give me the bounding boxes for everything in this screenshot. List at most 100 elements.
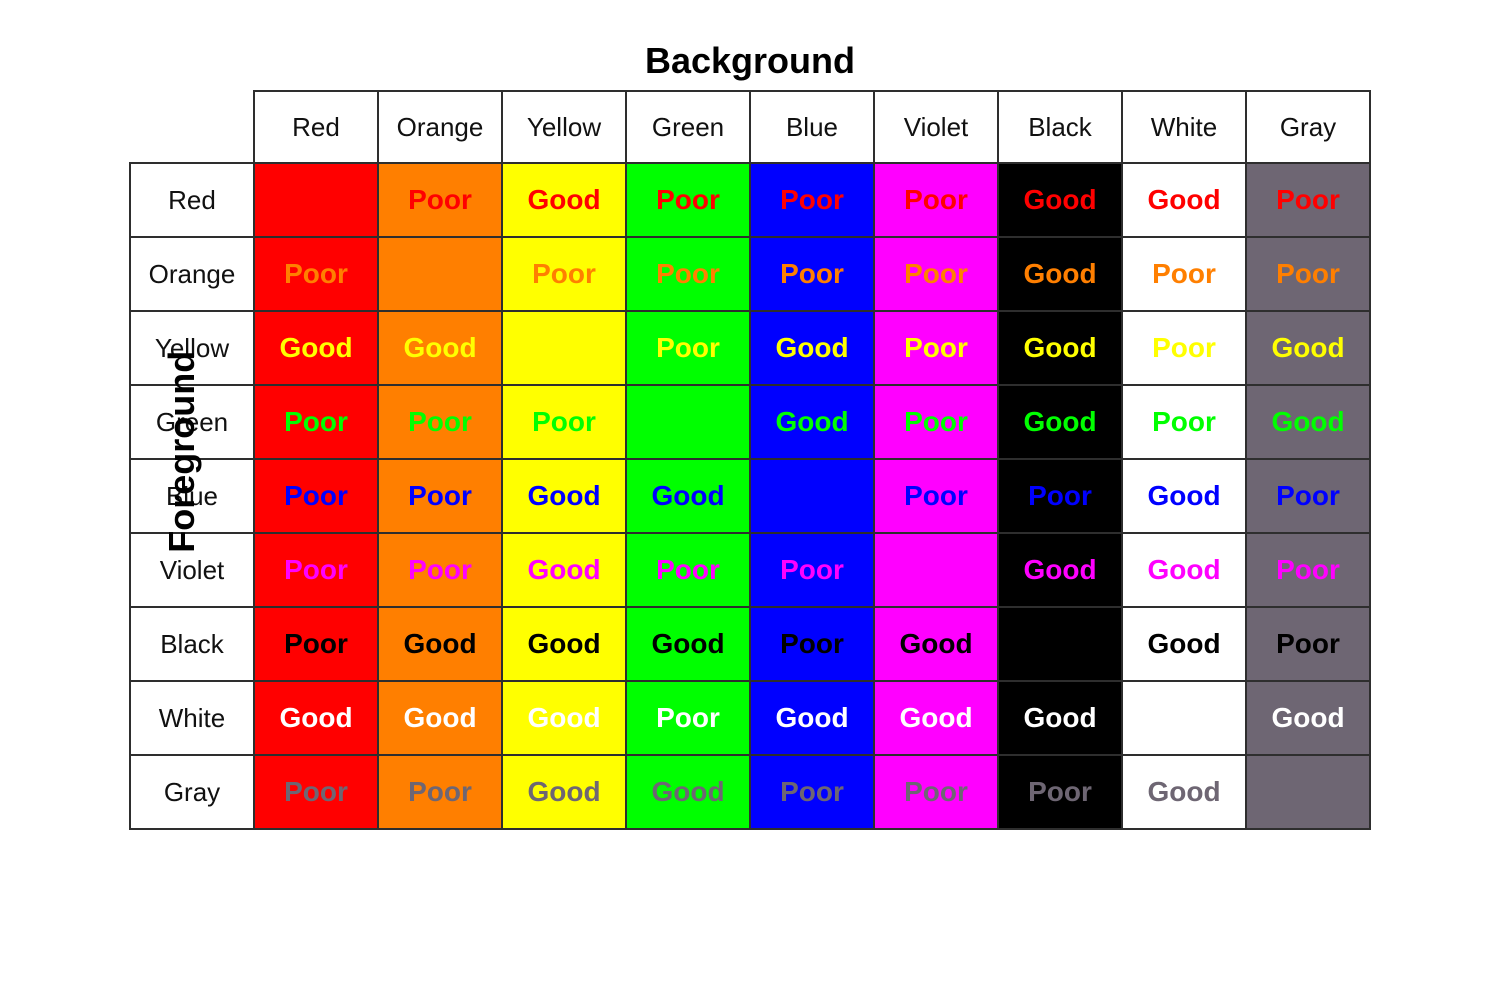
contrast-cell: Poor: [874, 385, 998, 459]
contrast-cell-label: Good: [999, 386, 1121, 458]
contrast-cell-label: Good: [503, 460, 625, 532]
contrast-cell: Good: [378, 607, 502, 681]
contrast-cell-label: Good: [999, 312, 1121, 384]
contrast-cell-label: Poor: [627, 682, 749, 754]
contrast-cell-label: Poor: [255, 534, 377, 606]
contrast-cell-label: Good: [875, 608, 997, 680]
contrast-cell-label: Good: [627, 756, 749, 828]
contrast-cell-label: Good: [379, 312, 501, 384]
row-header: Red: [130, 163, 254, 237]
column-header: Red: [254, 91, 378, 163]
contrast-cell-label: Good: [627, 608, 749, 680]
contrast-cell-label: Poor: [255, 756, 377, 828]
contrast-cell: Good: [254, 311, 378, 385]
column-header: Gray: [1246, 91, 1370, 163]
contrast-cell: Poor: [750, 237, 874, 311]
contrast-cell: Good: [874, 681, 998, 755]
contrast-cell-label: Poor: [379, 386, 501, 458]
column-header: Yellow: [502, 91, 626, 163]
column-header: Black: [998, 91, 1122, 163]
contrast-cell-label: Poor: [379, 756, 501, 828]
contrast-cell-label: Poor: [751, 164, 873, 236]
contrast-cell: [1246, 755, 1370, 829]
contrast-cell-label: Poor: [1247, 164, 1369, 236]
contrast-cell-label: Good: [1123, 608, 1245, 680]
contrast-cell: [502, 311, 626, 385]
foreground-axis-title: Foreground: [161, 351, 203, 553]
contrast-cell: Good: [1246, 311, 1370, 385]
table-row: VioletPoorPoorGoodPoorPoorGoodGoodPoor: [130, 533, 1370, 607]
contrast-cell: Poor: [1246, 459, 1370, 533]
contrast-cell: Poor: [874, 163, 998, 237]
table-row: OrangePoorPoorPoorPoorPoorGoodPoorPoor: [130, 237, 1370, 311]
contrast-cell: Good: [874, 607, 998, 681]
contrast-cell-label: Poor: [999, 460, 1121, 532]
contrast-cell-label: Good: [1123, 164, 1245, 236]
contrast-cell: Poor: [750, 607, 874, 681]
contrast-cell-label: [255, 164, 377, 236]
contrast-cell-label: Poor: [1247, 460, 1369, 532]
column-header: White: [1122, 91, 1246, 163]
contrast-cell-label: Poor: [875, 164, 997, 236]
contrast-cell-label: [875, 534, 997, 606]
contrast-cell: Good: [1122, 607, 1246, 681]
contrast-cell-label: Good: [1123, 756, 1245, 828]
contrast-cell-label: Poor: [627, 534, 749, 606]
contrast-cell: Poor: [1122, 311, 1246, 385]
contrast-cell: Good: [254, 681, 378, 755]
contrast-cell: Good: [502, 459, 626, 533]
contrast-cell: Good: [502, 755, 626, 829]
contrast-cell-label: Good: [627, 460, 749, 532]
contrast-cell-label: Poor: [1123, 238, 1245, 310]
contrast-cell-label: [751, 460, 873, 532]
contrast-cell: [626, 385, 750, 459]
contrast-cell: [254, 163, 378, 237]
contrast-cell: Good: [626, 755, 750, 829]
contrast-cell-label: Good: [999, 238, 1121, 310]
contrast-table: RedOrangeYellowGreenBlueVioletBlackWhite…: [129, 90, 1371, 830]
table-row: WhiteGoodGoodGoodPoorGoodGoodGoodGood: [130, 681, 1370, 755]
contrast-cell: Poor: [1122, 385, 1246, 459]
contrast-cell: Poor: [1246, 533, 1370, 607]
contrast-cell-label: [1247, 756, 1369, 828]
contrast-cell-label: Poor: [503, 238, 625, 310]
contrast-cell-label: Poor: [875, 238, 997, 310]
contrast-cell-label: Good: [751, 312, 873, 384]
contrast-cell-label: Good: [503, 608, 625, 680]
contrast-cell: Poor: [502, 237, 626, 311]
contrast-cell: Good: [1122, 755, 1246, 829]
contrast-cell: Good: [626, 459, 750, 533]
contrast-cell: Poor: [378, 533, 502, 607]
contrast-cell-label: Good: [1247, 682, 1369, 754]
contrast-cell-label: Good: [255, 312, 377, 384]
contrast-cell-label: Good: [999, 164, 1121, 236]
contrast-cell: Poor: [750, 163, 874, 237]
contrast-cell: Good: [502, 681, 626, 755]
contrast-cell: Good: [502, 533, 626, 607]
contrast-cell: Poor: [1246, 237, 1370, 311]
contrast-cell: Poor: [750, 533, 874, 607]
contrast-cell: Good: [998, 163, 1122, 237]
contrast-cell-label: Poor: [627, 164, 749, 236]
row-header: White: [130, 681, 254, 755]
contrast-cell: Good: [1122, 533, 1246, 607]
row-header: Gray: [130, 755, 254, 829]
contrast-cell-label: Poor: [255, 608, 377, 680]
contrast-cell: [998, 607, 1122, 681]
contrast-cell-label: Good: [379, 608, 501, 680]
contrast-cell: Good: [378, 681, 502, 755]
contrast-cell-label: Good: [1247, 386, 1369, 458]
contrast-cell-label: Good: [999, 534, 1121, 606]
row-header: Orange: [130, 237, 254, 311]
column-header: Blue: [750, 91, 874, 163]
contrast-cell: Poor: [998, 459, 1122, 533]
contrast-cell: [378, 237, 502, 311]
contrast-cell: Poor: [378, 459, 502, 533]
contrast-cell-label: Poor: [255, 386, 377, 458]
contrast-cell: Poor: [254, 385, 378, 459]
contrast-cell: Poor: [874, 237, 998, 311]
contrast-cell: Poor: [1246, 163, 1370, 237]
contrast-cell: Good: [998, 385, 1122, 459]
row-header: Black: [130, 607, 254, 681]
contrast-cell: Poor: [626, 681, 750, 755]
